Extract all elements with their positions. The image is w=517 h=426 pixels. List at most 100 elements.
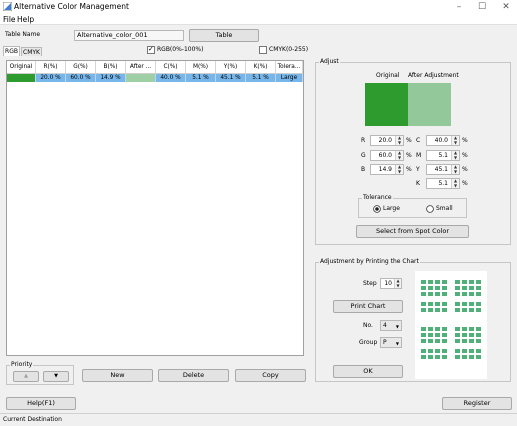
priority-up-button[interactable]: ▲ (13, 371, 39, 382)
copy-button[interactable]: Copy (235, 369, 306, 382)
col-header-tolerance[interactable]: Tolera... (276, 61, 303, 74)
chart-preview (415, 271, 487, 379)
maximize-button[interactable]: ☐ (475, 1, 489, 13)
no-label: No. (363, 322, 373, 329)
col-header-k[interactable]: K(%) (246, 61, 276, 74)
table-row-r[interactable]: 20.0 % (36, 74, 66, 82)
step-spinner[interactable]: 10 ▲ ▼ (380, 278, 402, 289)
menu-file[interactable]: File (3, 14, 16, 25)
close-button[interactable]: ✕ (499, 1, 513, 13)
chart-patch (469, 308, 474, 312)
after-color-swatch[interactable] (126, 74, 156, 82)
g-unit: % (406, 152, 412, 159)
table-row-m[interactable]: 5.1 % (186, 74, 216, 82)
delete-button[interactable]: Delete (158, 369, 229, 382)
spin-arrows-icon[interactable]: ▲ ▼ (451, 135, 459, 145)
menu-help[interactable]: Help (17, 14, 34, 25)
chart-patch (476, 327, 481, 331)
chart-patch (469, 292, 474, 296)
spin-arrows-icon[interactable]: ▲ ▼ (394, 278, 401, 288)
r-unit: % (406, 137, 412, 144)
original-color-preview (365, 83, 408, 126)
no-value: 4 (383, 322, 387, 329)
radio-small[interactable] (426, 205, 434, 213)
cmyk-255-checkbox[interactable] (259, 46, 267, 54)
c-spinner[interactable]: 40.0 ▲ ▼ (426, 135, 460, 146)
col-header-r[interactable]: R(%) (36, 61, 66, 74)
col-header-y[interactable]: Y(%) (216, 61, 246, 74)
group-dropdown[interactable]: P ▼ (380, 337, 402, 348)
chart-patch (428, 280, 433, 284)
y-spinner[interactable]: 45.1 ▲ ▼ (426, 164, 460, 175)
priority-down-button[interactable]: ▼ (43, 371, 69, 382)
select-from-spot-color-button[interactable]: Select from Spot Color (356, 225, 469, 238)
k-spinner[interactable]: 5.1 ▲ ▼ (426, 178, 460, 189)
help-button[interactable]: Help(F1) (6, 397, 76, 410)
col-header-g[interactable]: G(%) (66, 61, 96, 74)
chart-patch (421, 327, 426, 331)
table-row-b[interactable]: 14.9 % (96, 74, 126, 82)
col-header-b[interactable]: B(%) (96, 61, 126, 74)
table-row-g[interactable]: 60.0 % (66, 74, 96, 82)
chart-patch (421, 280, 426, 284)
table-row-tolerance[interactable]: Large (276, 74, 303, 82)
col-header-c[interactable]: C(%) (156, 61, 186, 74)
b-unit: % (406, 166, 412, 173)
chart-patch (442, 292, 447, 296)
m-label: M (416, 152, 422, 159)
chart-patch (462, 339, 467, 343)
rgb-percent-checkbox[interactable]: ✓ (147, 45, 155, 54)
ok-button[interactable]: OK (333, 365, 403, 378)
after-adjustment-label: After Adjustment (408, 72, 459, 79)
m-spinner[interactable]: 5.1 ▲ ▼ (426, 150, 460, 161)
register-button[interactable]: Register (442, 397, 512, 410)
g-spinner[interactable]: 60.0 ▲ ▼ (370, 150, 404, 161)
spin-arrows-icon[interactable]: ▲ ▼ (395, 150, 403, 160)
table-row-y[interactable]: 45.1 % (216, 74, 246, 82)
chart-patch (469, 286, 474, 290)
after-color-preview (408, 83, 451, 126)
radio-large-label[interactable]: Large (383, 205, 400, 212)
print-chart-button[interactable]: Print Chart (333, 300, 403, 313)
tab-rgb[interactable]: RGB (3, 46, 20, 56)
title-bar: Alternative Color Management – ☐ ✕ (0, 0, 517, 14)
original-color-swatch[interactable] (7, 74, 36, 82)
chart-patch (476, 302, 481, 306)
chart-patch (455, 308, 460, 312)
col-header-m[interactable]: M(%) (186, 61, 216, 74)
radio-small-label[interactable]: Small (436, 205, 453, 212)
col-header-after[interactable]: After ... (126, 61, 156, 74)
chart-patch (462, 349, 467, 353)
y-value: 45.1 (434, 166, 448, 173)
chart-patch (421, 286, 426, 290)
r-spinner[interactable]: 20.0 ▲ ▼ (370, 135, 404, 146)
table-button[interactable]: Table (189, 29, 259, 42)
table-row-k[interactable]: 5.1 % (246, 74, 276, 82)
chart-patch (435, 349, 440, 353)
chart-patch (476, 280, 481, 284)
tab-cmyk[interactable]: CMYK (21, 47, 42, 56)
radio-large[interactable] (373, 205, 381, 213)
check-icon: ✓ (148, 45, 154, 53)
spin-arrows-icon[interactable]: ▲ ▼ (451, 164, 459, 174)
minimize-button[interactable]: – (452, 1, 466, 13)
color-table[interactable]: Original R(%) G(%) B(%) After ... C(%) M… (6, 60, 304, 356)
b-spinner[interactable]: 14.9 ▲ ▼ (370, 164, 404, 175)
new-button[interactable]: New (82, 369, 153, 382)
chart-patch (428, 286, 433, 290)
no-dropdown[interactable]: 4 ▼ (380, 320, 402, 331)
chart-patch (462, 355, 467, 359)
spin-arrows-icon[interactable]: ▲ ▼ (451, 178, 459, 188)
spin-arrows-icon[interactable]: ▲ ▼ (395, 164, 403, 174)
table-row-c[interactable]: 40.0 % (156, 74, 186, 82)
menu-bar: File Help (0, 14, 517, 25)
chart-patch (462, 302, 467, 306)
table-name-field[interactable]: Alternative_color_001 (74, 30, 184, 41)
b-value: 14.9 (378, 166, 392, 173)
spin-arrows-icon[interactable]: ▲ ▼ (451, 150, 459, 160)
chart-patch (428, 327, 433, 331)
spin-arrows-icon[interactable]: ▲ ▼ (395, 135, 403, 145)
c-unit: % (462, 137, 468, 144)
chart-patch (455, 349, 460, 353)
col-header-original[interactable]: Original (7, 61, 36, 74)
